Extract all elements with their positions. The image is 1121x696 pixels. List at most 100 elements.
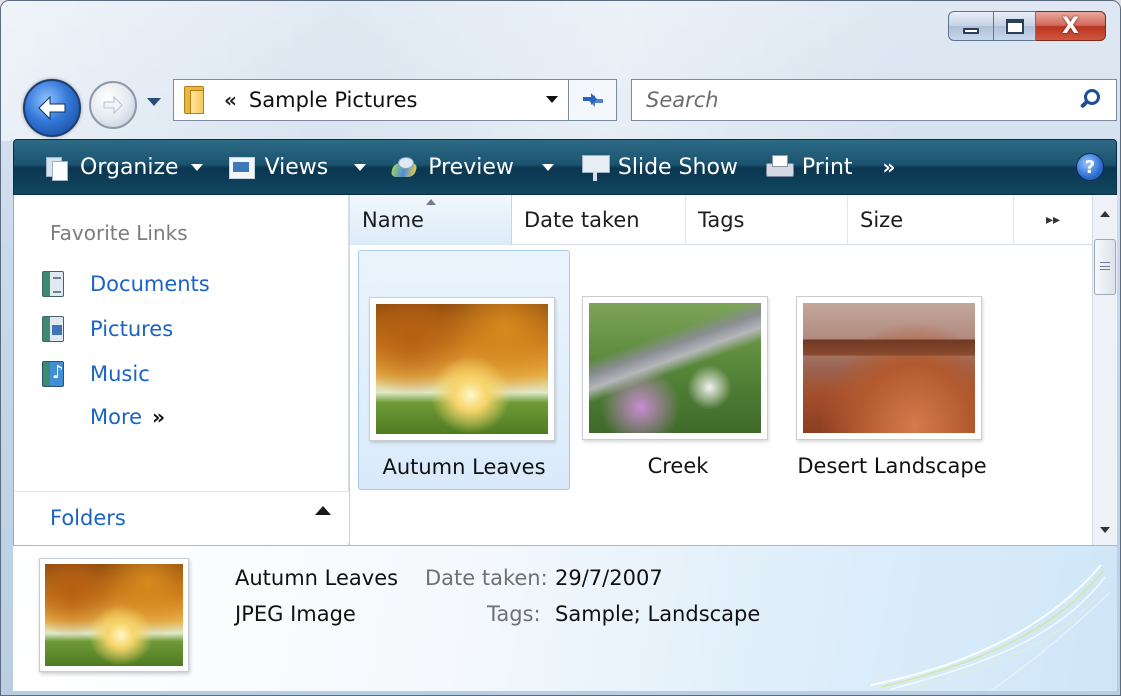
column-header-tags[interactable]: Tags [686, 195, 848, 245]
search-input[interactable]: Search [646, 88, 719, 112]
help-icon: ? [1084, 156, 1096, 178]
command-bar: Organize Views Preview Slide Show Print … [13, 139, 1117, 195]
help-button[interactable]: ? [1076, 153, 1104, 181]
refresh-button[interactable] [569, 79, 617, 121]
folder-icon [184, 86, 206, 114]
address-crumb-sample-pictures[interactable]: Sample Pictures [249, 88, 418, 112]
organize-button[interactable]: Organize [44, 140, 203, 194]
slide-show-label: Slide Show [617, 154, 738, 180]
scroll-down-icon[interactable] [1100, 527, 1110, 533]
column-header-name[interactable]: Name [350, 195, 512, 245]
file-tile-creek[interactable]: Creek [572, 250, 784, 490]
pictures-icon [42, 316, 64, 342]
back-button[interactable] [23, 79, 81, 137]
vertical-scrollbar[interactable] [1092, 195, 1117, 545]
desert-landscape-thumbnail [803, 303, 975, 433]
organize-icon [44, 155, 70, 181]
chevron-down-icon [354, 163, 367, 171]
file-name: Autumn Leaves [382, 455, 546, 479]
file-tile-autumn-leaves[interactable]: Autumn Leaves [358, 250, 570, 490]
documents-icon [42, 271, 64, 297]
favorite-link-pictures[interactable]: Pictures [42, 316, 173, 342]
double-chevron-right-icon: » [152, 405, 165, 429]
sort-ascending-icon [426, 199, 436, 205]
file-list: Name Date taken Tags Size ▸▸ Autumn Leav… [350, 195, 1092, 545]
details-thumbnail [45, 564, 183, 666]
minimize-button[interactable] [948, 11, 994, 41]
folders-toggle[interactable]: Folders [14, 491, 349, 543]
more-links-button[interactable]: More » [90, 405, 165, 429]
music-icon [42, 361, 64, 387]
organize-label: Organize [80, 154, 179, 180]
details-file-type: JPEG Image [235, 602, 356, 626]
details-tags-value[interactable]: Sample; Landscape [555, 602, 760, 626]
navigation-pane: Favorite Links Documents Pictures Music … [13, 195, 349, 545]
forward-button[interactable] [89, 81, 137, 129]
print-label: Print [801, 154, 853, 180]
creek-thumbnail [589, 303, 761, 433]
favorite-link-label: Pictures [90, 317, 174, 341]
column-label: Date taken [524, 208, 640, 232]
favorite-link-label: Music [90, 362, 150, 386]
chevron-down-icon [541, 163, 554, 171]
scrollbar-thumb[interactable] [1094, 239, 1116, 295]
slide-show-button[interactable]: Slide Show [581, 140, 738, 194]
column-label: Size [860, 208, 904, 232]
chevron-down-icon [546, 96, 558, 103]
aero-swoosh-decoration [870, 564, 1110, 691]
preview-label: Preview [428, 154, 514, 180]
double-chevron-right-icon: » [882, 155, 896, 179]
views-button[interactable]: Views [228, 140, 367, 194]
close-icon: X [1062, 13, 1079, 39]
scroll-up-icon[interactable] [1100, 211, 1110, 217]
chevron-down-icon [190, 163, 203, 171]
maximize-button[interactable] [994, 11, 1036, 41]
more-commands-button[interactable]: » [883, 140, 896, 194]
print-button[interactable]: Print [765, 140, 853, 194]
column-label: Tags [698, 208, 745, 232]
caption-buttons: X [948, 11, 1106, 41]
favorite-link-documents[interactable]: Documents [42, 271, 210, 297]
autumn-leaves-thumbnail [376, 304, 548, 434]
preview-button[interactable]: Preview [392, 140, 554, 194]
explorer-window: X « Sample Pictures Search Organize View… [0, 0, 1121, 696]
details-file-name: Autumn Leaves [235, 566, 399, 590]
file-name: Creek [647, 454, 709, 478]
details-tags-label: Tags: [487, 602, 541, 626]
maximize-icon [1005, 18, 1024, 34]
chevron-up-icon [315, 506, 331, 515]
double-chevron-right-icon: ▸▸ [1045, 212, 1061, 228]
file-name: Desert Landscape [797, 454, 987, 478]
address-bar[interactable]: « Sample Pictures [173, 79, 569, 121]
minimize-icon [963, 28, 979, 34]
thumbnail-frame [369, 297, 555, 441]
column-label: Name [362, 208, 424, 232]
address-overflow-chevron[interactable]: « [224, 88, 237, 112]
details-thumbnail-frame [39, 558, 189, 672]
grip-icon [1100, 262, 1110, 270]
thumbnail-frame [796, 296, 982, 440]
search-box[interactable]: Search [631, 79, 1117, 121]
thumbnail-frame [582, 296, 768, 440]
more-label: More [90, 405, 143, 429]
favorite-link-music[interactable]: Music [42, 361, 150, 387]
close-button[interactable]: X [1036, 11, 1106, 41]
slide-show-icon [581, 155, 610, 181]
details-date-taken-label: Date taken: [425, 566, 548, 590]
favorite-link-label: Documents [90, 272, 210, 296]
details-pane: Autumn Leaves JPEG Image Date taken: 29/… [13, 545, 1117, 691]
chevron-down-icon [147, 98, 161, 106]
favorite-links-heading: Favorite Links [50, 221, 188, 245]
address-dropdown[interactable] [546, 96, 558, 103]
column-header: Name Date taken Tags Size ▸▸ [350, 195, 1092, 245]
column-overflow-button[interactable]: ▸▸ [1014, 195, 1092, 245]
back-arrow-icon [38, 95, 66, 121]
details-date-taken-value[interactable]: 29/7/2007 [555, 566, 663, 590]
views-label: Views [264, 154, 329, 180]
search-icon[interactable] [1079, 89, 1100, 111]
refresh-icon [582, 93, 603, 107]
column-header-date-taken[interactable]: Date taken [512, 195, 686, 245]
recent-pages-dropdown[interactable] [145, 93, 163, 111]
file-tile-desert-landscape[interactable]: Desert Landscape [786, 250, 998, 490]
column-header-size[interactable]: Size [848, 195, 1014, 245]
